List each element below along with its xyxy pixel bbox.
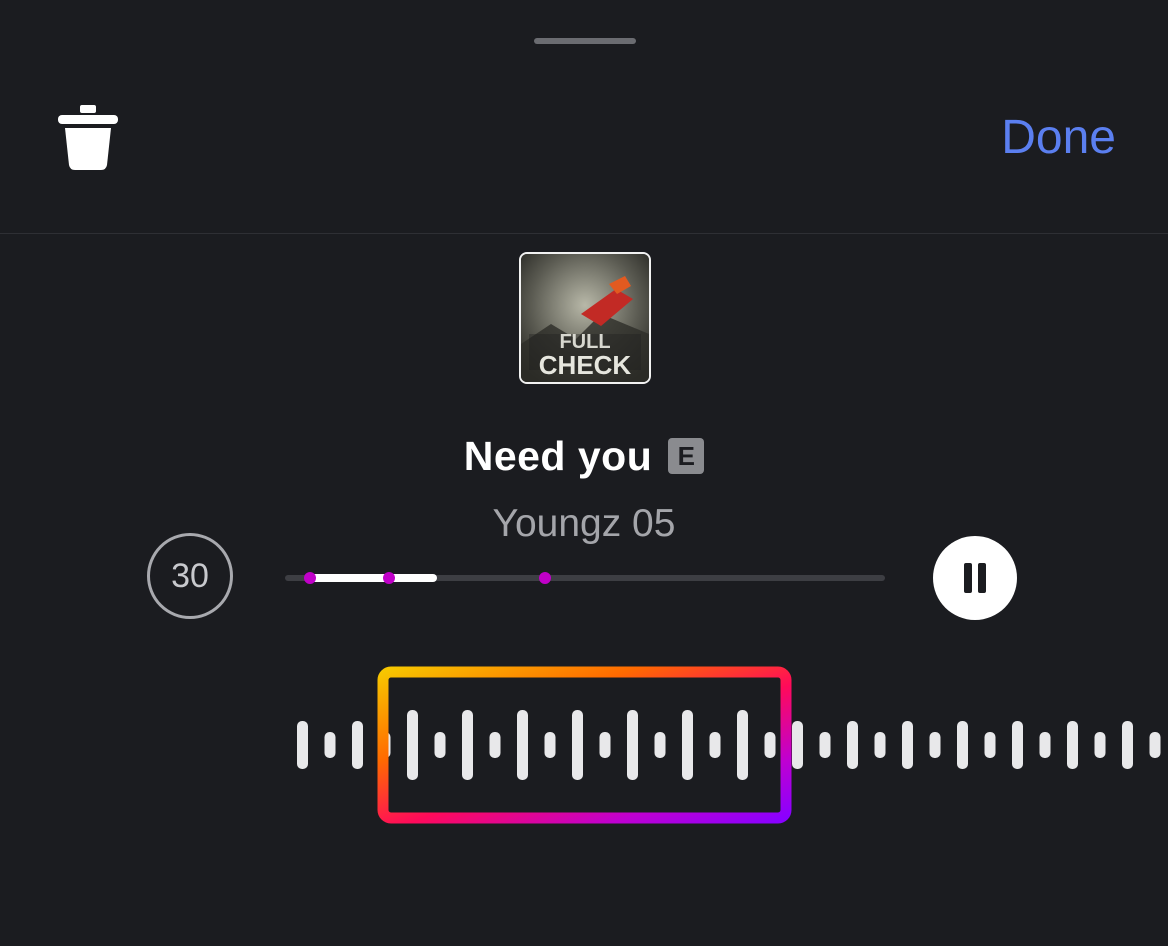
song-title-row: Need you E (0, 428, 1168, 484)
waveform-bar (654, 732, 666, 758)
waveform-bar (489, 732, 501, 758)
svg-text:CHECK: CHECK (539, 350, 632, 380)
song-title: Need you (463, 432, 653, 479)
lyric-marker (383, 572, 395, 584)
clip-duration-button[interactable]: 30 (147, 533, 233, 619)
waveform-bar (599, 732, 611, 758)
waveform-bar (737, 710, 748, 780)
waveform-bar (1094, 732, 1106, 758)
explicit-badge: E (668, 438, 705, 474)
waveform-bar (874, 732, 886, 758)
waveform-bar (407, 710, 418, 780)
waveform-bar (957, 721, 968, 769)
waveform-scrubber[interactable] (0, 640, 1168, 860)
pause-icon (961, 563, 989, 593)
waveform-bar (847, 721, 858, 769)
lyric-marker (304, 572, 316, 584)
progress-fill (310, 574, 437, 582)
waveform-bar (324, 732, 336, 758)
album-artwork: FULL CHECK (519, 252, 651, 384)
waveform-bar (1012, 721, 1023, 769)
waveform-bars (297, 710, 1161, 780)
waveform-bar (929, 732, 941, 758)
sheet-drag-handle[interactable] (534, 38, 636, 44)
lyric-marker (539, 572, 551, 584)
pause-button[interactable] (933, 536, 1017, 620)
waveform-bar (682, 710, 693, 780)
waveform-bar (792, 721, 803, 769)
waveform-bar (517, 710, 528, 780)
waveform-bar (297, 721, 308, 769)
waveform-bar (1149, 732, 1161, 758)
waveform-bar (462, 710, 473, 780)
waveform-bar (902, 721, 913, 769)
waveform-bar (1067, 721, 1078, 769)
header-divider (0, 233, 1168, 234)
done-button[interactable]: Done (1001, 110, 1116, 166)
waveform-bar (709, 732, 721, 758)
waveform-bar (572, 710, 583, 780)
waveform-bar (819, 732, 831, 758)
waveform-bar (984, 732, 996, 758)
waveform-bar (764, 732, 776, 758)
waveform-bar (434, 732, 446, 758)
waveform-bar (627, 710, 638, 780)
trash-icon[interactable] (56, 103, 120, 171)
waveform-bar (1122, 721, 1133, 769)
waveform-bar (352, 721, 363, 769)
waveform-bar (544, 732, 556, 758)
waveform-bar (1039, 732, 1051, 758)
